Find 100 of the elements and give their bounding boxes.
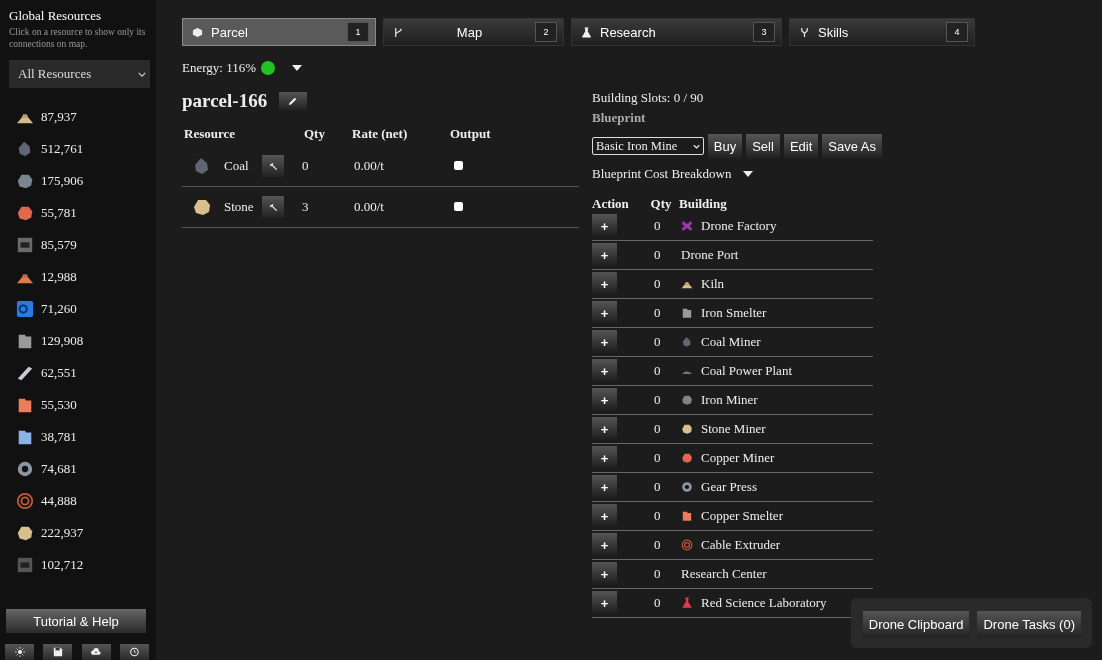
add-building-button[interactable]: + bbox=[592, 475, 617, 499]
blueprint-action-button[interactable]: Edit bbox=[783, 134, 819, 158]
resource-item[interactable]: 129,908 bbox=[9, 325, 150, 357]
building-name: Research Center bbox=[681, 566, 767, 582]
building-name: Kiln bbox=[701, 276, 725, 292]
add-building-button[interactable]: + bbox=[592, 214, 617, 238]
plate-icon bbox=[16, 396, 34, 414]
resource-item[interactable]: 55,781 bbox=[9, 197, 150, 229]
add-building-button[interactable]: + bbox=[592, 272, 617, 296]
blueprint-action-button[interactable]: Buy bbox=[707, 134, 743, 158]
rate-cell: 0.00/t bbox=[354, 158, 384, 173]
add-building-button[interactable]: + bbox=[592, 243, 617, 267]
branch-icon bbox=[393, 26, 404, 38]
output-checkbox[interactable] bbox=[454, 202, 463, 211]
stone-icon bbox=[16, 524, 34, 542]
add-building-button[interactable]: + bbox=[592, 591, 617, 615]
history-button[interactable] bbox=[120, 644, 149, 660]
tutorial-help-button[interactable]: Tutorial & Help bbox=[6, 609, 146, 633]
mine-button[interactable] bbox=[262, 155, 284, 177]
coal-lump-icon bbox=[681, 336, 693, 348]
resource-filter-dropdown[interactable]: All Resources bbox=[9, 60, 150, 88]
column-header: Action bbox=[592, 196, 630, 212]
parcel-name: parcel-166 bbox=[182, 90, 268, 112]
stone-icon bbox=[681, 423, 693, 435]
resource-item[interactable]: 85,579 bbox=[9, 229, 150, 261]
qty-cell-text: 0 bbox=[654, 421, 662, 437]
qty-cell-text: 0 bbox=[654, 566, 662, 582]
qty-cell-text: 0 bbox=[654, 479, 662, 495]
blueprint-dropdown[interactable]: Basic Iron Mine bbox=[592, 137, 704, 155]
building-name: Stone Miner bbox=[701, 421, 766, 437]
blueprint-action-button[interactable]: Save As bbox=[822, 134, 882, 158]
qty-cell-text: 0 bbox=[654, 218, 662, 234]
stone-icon bbox=[192, 197, 212, 217]
nav-tab[interactable]: Parcel 1 bbox=[182, 18, 376, 46]
building-name: Iron Smelter bbox=[701, 305, 767, 321]
blueprint-action-button[interactable]: Sell bbox=[746, 134, 780, 158]
save-icon bbox=[52, 647, 63, 657]
nav-tab[interactable]: Skills 4 bbox=[789, 18, 975, 46]
add-building-button[interactable]: + bbox=[592, 562, 617, 586]
building-name: Drone Port bbox=[681, 247, 739, 263]
resource-item[interactable]: 62,551 bbox=[9, 357, 150, 389]
resource-item[interactable]: 87,937 bbox=[9, 101, 150, 133]
column-header: Qty bbox=[649, 196, 673, 212]
resource-item[interactable]: 12,988 bbox=[9, 261, 150, 293]
steel-beam-icon bbox=[16, 364, 34, 382]
qty-cell-text: 0 bbox=[654, 508, 662, 524]
resource-item[interactable]: 74,681 bbox=[9, 453, 150, 485]
nav-tab[interactable]: Map 2 bbox=[383, 18, 564, 46]
spiral-icon bbox=[681, 539, 693, 551]
resource-item[interactable]: 102,712 bbox=[9, 549, 150, 581]
qty-cell: 0 bbox=[302, 158, 309, 173]
sun-icon bbox=[14, 647, 25, 657]
drone-button[interactable]: Drone Tasks (0) bbox=[977, 611, 1081, 638]
resource-item[interactable]: 512,761 bbox=[9, 133, 150, 165]
history-icon bbox=[129, 647, 140, 657]
add-building-button[interactable]: + bbox=[592, 533, 617, 557]
qty-cell-text: 0 bbox=[654, 305, 662, 321]
cube-icon bbox=[192, 26, 203, 38]
resource-item[interactable]: 175,906 bbox=[9, 165, 150, 197]
building-name: Coal Miner bbox=[701, 334, 761, 350]
building-name: Coal Power Plant bbox=[701, 363, 792, 379]
cloud-upload-icon bbox=[91, 647, 102, 657]
resource-item[interactable]: 44,888 bbox=[9, 485, 150, 517]
add-building-button[interactable]: + bbox=[592, 388, 617, 412]
add-building-button[interactable]: + bbox=[592, 504, 617, 528]
ore-rock-icon bbox=[681, 394, 693, 406]
sun-button[interactable] bbox=[5, 644, 34, 660]
output-checkbox[interactable] bbox=[454, 161, 463, 170]
building-slots-label: Building Slots: 0 / 90 bbox=[592, 90, 705, 106]
oxygen-tile-icon bbox=[16, 300, 34, 318]
column-header: Building bbox=[679, 196, 727, 212]
add-building-button[interactable]: + bbox=[592, 359, 617, 383]
drone-button[interactable]: Drone Clipboard bbox=[862, 611, 970, 638]
resource-item[interactable]: 71,260 bbox=[9, 293, 150, 325]
gear-icon bbox=[681, 481, 693, 493]
building-name: Red Science Laboratory bbox=[701, 595, 827, 611]
rename-button[interactable] bbox=[279, 92, 308, 110]
plate-icon bbox=[16, 332, 34, 350]
save-button[interactable] bbox=[43, 644, 73, 660]
sidebar-hint: Click on a resource to show only its connections on map. bbox=[9, 26, 147, 50]
mine-button[interactable] bbox=[262, 196, 284, 218]
blueprint-heading: Blueprint bbox=[592, 110, 647, 126]
building-name: Drone Factory bbox=[701, 218, 777, 234]
add-building-button[interactable]: + bbox=[592, 330, 617, 354]
resource-item[interactable]: 55,530 bbox=[9, 389, 150, 421]
caret-icon[interactable] bbox=[292, 65, 302, 71]
qty-cell-text: 0 bbox=[654, 537, 662, 553]
resource-item[interactable]: 222,937 bbox=[9, 517, 150, 549]
flask-icon bbox=[681, 597, 693, 609]
resource-item[interactable]: 38,781 bbox=[9, 421, 150, 453]
plate-icon bbox=[16, 428, 34, 446]
qty-cell-text: 0 bbox=[654, 392, 662, 408]
add-building-button[interactable]: + bbox=[592, 301, 617, 325]
add-building-button[interactable]: + bbox=[592, 446, 617, 470]
add-building-button[interactable]: + bbox=[592, 417, 617, 441]
column-header: Output bbox=[450, 126, 491, 141]
nav-tab[interactable]: Research 3 bbox=[571, 18, 782, 46]
cloud-upload-button[interactable] bbox=[81, 644, 111, 660]
caret-icon[interactable] bbox=[743, 171, 754, 177]
energy-label: Energy: 116% bbox=[182, 60, 256, 76]
